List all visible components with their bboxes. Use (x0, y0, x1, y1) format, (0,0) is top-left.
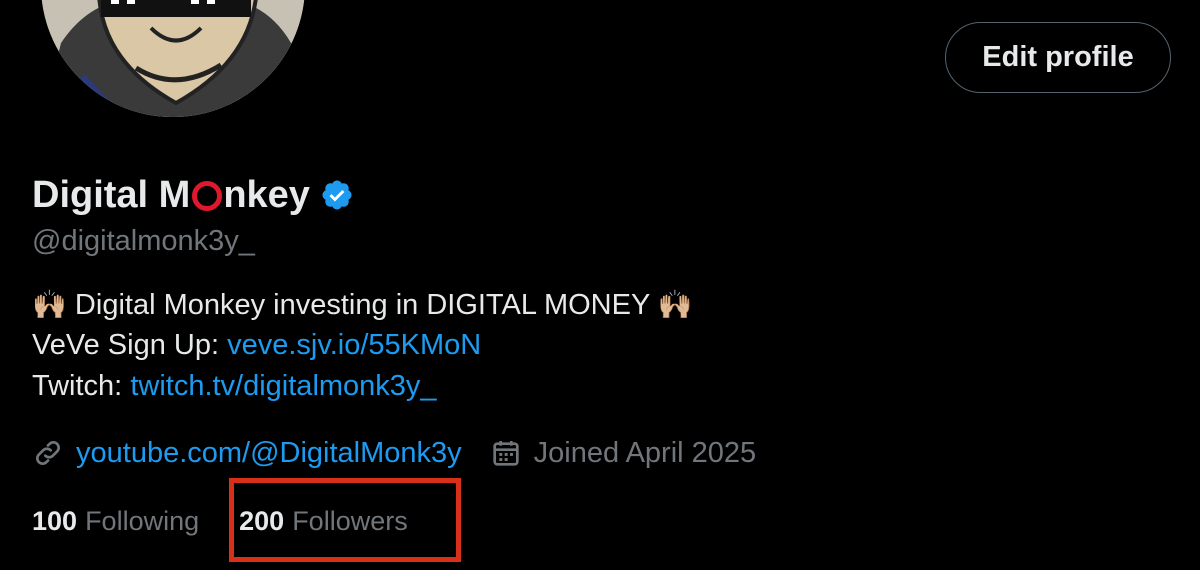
twitch-link[interactable]: twitch.tv/digitalmonk3y_ (130, 370, 436, 402)
following-stat[interactable]: 100 Following (32, 506, 199, 537)
twitch-label: Twitch: (32, 370, 131, 402)
veve-link[interactable]: veve.sjv.io/55KMoN (227, 329, 481, 361)
website-link[interactable]: youtube.com/@DigitalMonk3y (76, 437, 462, 470)
display-name-part-2: nkey (223, 173, 310, 216)
following-count: 100 (32, 505, 78, 536)
followers-label: Followers (292, 505, 408, 536)
followers-count: 200 (239, 505, 285, 536)
red-o-ring-icon (192, 181, 223, 211)
followers-stat[interactable]: 200 Followers (239, 506, 408, 537)
veve-label: VeVe Sign Up: (32, 329, 228, 361)
profile-handle: @digitalmonk3y_ (32, 225, 255, 257)
avatar-image (41, 0, 305, 117)
bio-line-2: VeVe Sign Up: veve.sjv.io/55KMoN (32, 325, 693, 366)
raised-hands-emoji-right: 🙌🏼 (657, 288, 693, 321)
profile-meta: youtube.com/@DigitalMonk3y Joined April … (32, 431, 756, 475)
following-label: Following (85, 505, 200, 536)
profile-stats: 100 Following 200 Followers (32, 499, 408, 543)
bio-line-3: Twitch: twitch.tv/digitalmonk3y_ (32, 366, 693, 407)
display-name-part-1: Digital M (32, 173, 191, 216)
raised-hands-emoji-left: 🙌🏼 (32, 288, 67, 321)
avatar[interactable] (38, 0, 308, 120)
bio-line-1: 🙌🏼 Digital Monkey investing in DIGITAL M… (32, 284, 693, 325)
link-icon (36, 441, 60, 465)
display-name: Digital M nkey (32, 170, 354, 220)
profile-bio: 🙌🏼 Digital Monkey investing in DIGITAL M… (32, 284, 693, 407)
calendar-icon (493, 441, 519, 466)
verified-badge-icon[interactable] (320, 178, 354, 212)
joined-text: Joined April 2025 (533, 436, 757, 469)
bio-text: Digital Monkey investing in DIGITAL MONE… (66, 289, 658, 321)
edit-profile-button[interactable]: Edit profile (945, 22, 1171, 93)
joined-date: Joined April 2025 (490, 436, 757, 470)
